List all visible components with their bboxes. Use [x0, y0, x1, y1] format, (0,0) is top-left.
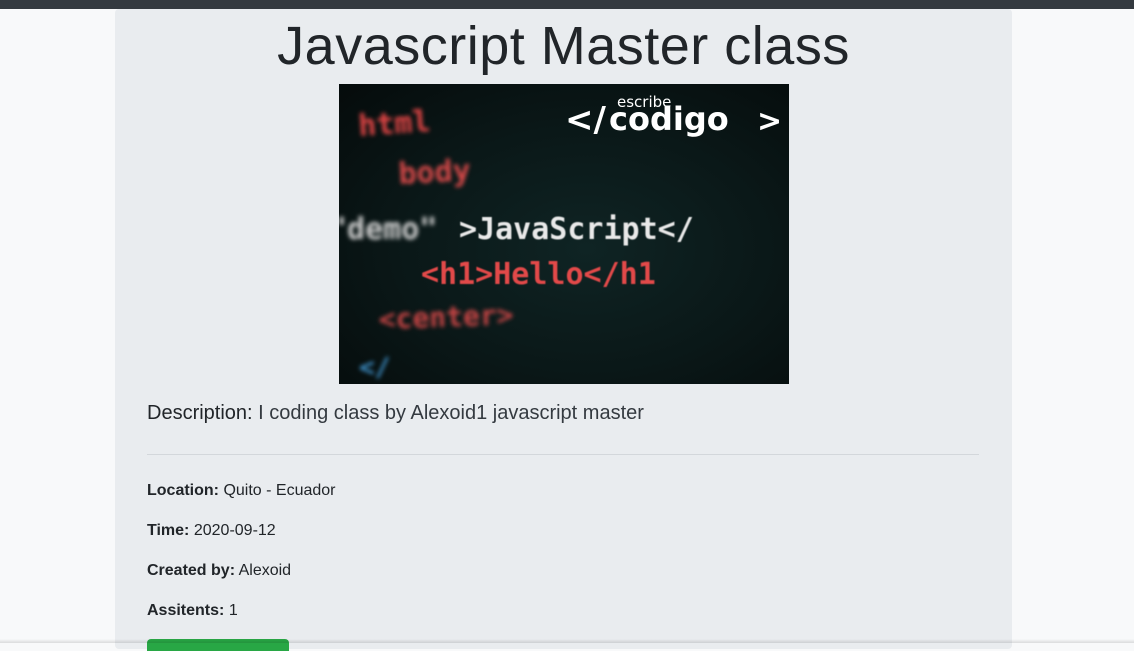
- code-line-center: <center>: [378, 298, 514, 336]
- event-image: html body "demo" <center> </ >JavaScript…: [339, 84, 789, 384]
- time-field: Time: 2020-09-12: [147, 522, 276, 540]
- location-value: Quito - Ecuador: [223, 482, 336, 499]
- divider: [147, 454, 979, 455]
- code-line-html: html: [357, 104, 432, 144]
- code-line-hello: <h1>Hello</h1: [421, 257, 656, 292]
- code-line-end: </: [359, 353, 390, 383]
- time-label: Time:: [147, 522, 190, 539]
- assistants-field: Assitents: 1: [147, 602, 238, 620]
- code-line-body: body: [398, 153, 472, 192]
- bottom-edge-shadow: [0, 639, 1134, 643]
- code-line-demo: "demo": [339, 212, 437, 247]
- top-navbar: [0, 0, 1134, 9]
- created-by-label: Created by:: [147, 562, 236, 579]
- event-title: Javascript Master class: [277, 16, 850, 76]
- logo-big-text: codigo: [609, 100, 729, 138]
- assistants-label: Assitents:: [147, 602, 225, 619]
- assistants-value: 1: [228, 602, 238, 619]
- code-line-javascript: >JavaScript</: [459, 212, 694, 247]
- description-label: Description:: [147, 402, 253, 424]
- event-card: Javascript Master class html body "demo"…: [115, 9, 1012, 651]
- created-by-field: Created by: Alexoid: [147, 562, 291, 580]
- created-by-value: Alexoid: [238, 562, 292, 579]
- location-field: Location: Quito - Ecuador: [147, 482, 336, 500]
- escribe-codigo-logo: escribe </ codigo >: [565, 93, 782, 140]
- location-label: Location:: [147, 482, 219, 499]
- description: Description: I coding class by Alexoid1 …: [147, 402, 644, 425]
- description-text: I coding class by Alexoid1 javascript ma…: [258, 402, 644, 424]
- logo-prefix: </: [565, 100, 606, 140]
- logo-suffix: >: [757, 104, 782, 139]
- time-value: 2020-09-12: [193, 522, 276, 539]
